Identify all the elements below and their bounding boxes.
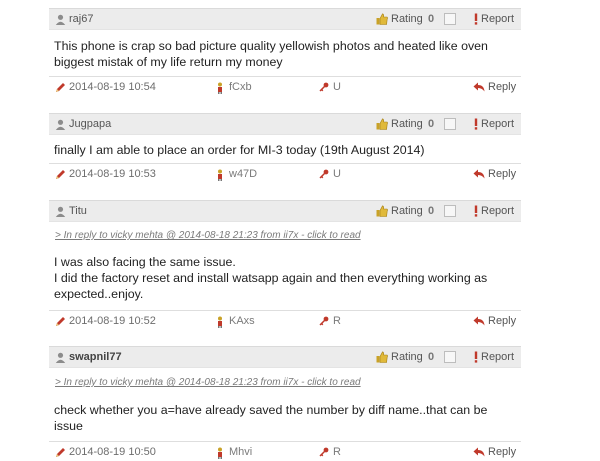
user-icon — [55, 352, 66, 363]
report-link[interactable]: Report — [481, 205, 514, 218]
user-id: Mhvi — [229, 446, 253, 458]
comment-meta: 2014-08-19 10:52 KAxs R Reply — [49, 310, 521, 330]
comment-meta: 2014-08-19 10:53 w47D U Reply — [49, 163, 521, 183]
user-flag: U — [333, 168, 341, 180]
comment-line: expected..enjoy. — [54, 287, 144, 301]
comment: swapnil77 Rating 0 Report > In reply to … — [49, 346, 521, 459]
comment-line: I did the factory reset and install wats… — [54, 271, 488, 285]
rating-checkbox[interactable] — [444, 118, 456, 130]
comment-header: Titu Rating 0 Report — [49, 200, 521, 222]
rating-label: Rating — [391, 351, 423, 363]
reply-arrow-icon[interactable] — [473, 447, 485, 457]
user-flag: R — [333, 315, 341, 327]
rating-label: Rating — [391, 205, 423, 217]
pen-icon — [56, 317, 65, 326]
key-icon — [319, 447, 329, 457]
rating-value: 0 — [428, 351, 435, 363]
comment-line: biggest mistak of my life return my mone… — [54, 55, 283, 69]
reply-arrow-icon[interactable] — [473, 316, 485, 326]
rating-checkbox[interactable] — [444, 205, 456, 217]
user-flag: R — [333, 446, 341, 458]
user-id: fCxb — [229, 81, 252, 93]
comment-meta: 2014-08-19 10:50 Mhvi R Reply — [49, 441, 521, 461]
comment-body: finally I am able to place an order for … — [54, 142, 516, 158]
username[interactable]: raj67 — [69, 13, 93, 26]
report-link[interactable]: Report — [481, 13, 514, 26]
in-reply-link[interactable]: > In reply to vicky mehta @ 2014-08-18 2… — [55, 377, 361, 389]
comment-line: issue — [54, 419, 83, 433]
pen-icon — [56, 83, 65, 92]
reply-link[interactable]: Reply — [488, 446, 516, 459]
rating-checkbox[interactable] — [444, 351, 456, 363]
comment-date: 2014-08-19 10:52 — [69, 315, 156, 327]
comment: Jugpapa Rating 0 Report finally I am abl… — [49, 113, 521, 183]
user-id: KAxs — [229, 315, 255, 327]
exclamation-icon — [474, 118, 478, 130]
pen-icon — [56, 170, 65, 179]
exclamation-icon — [474, 205, 478, 217]
comment-header: raj67 Rating 0 Report — [49, 8, 521, 30]
rating-value: 0 — [428, 205, 435, 217]
comment-header: swapnil77 Rating 0 Report — [49, 346, 521, 368]
in-reply-link[interactable]: > In reply to vicky mehta @ 2014-08-18 2… — [55, 230, 361, 242]
comment-line: finally I am able to place an order for … — [54, 143, 425, 157]
exclamation-icon — [474, 351, 478, 363]
comment-header: Jugpapa Rating 0 Report — [49, 113, 521, 135]
user-icon — [55, 14, 66, 25]
user-icon — [55, 206, 66, 217]
comment-date: 2014-08-19 10:54 — [69, 81, 156, 93]
person-icon — [218, 82, 222, 94]
rating-checkbox[interactable] — [444, 13, 456, 25]
comment-body: This phone is crap so bad picture qualit… — [54, 38, 516, 70]
user-icon — [55, 119, 66, 130]
pen-icon — [56, 448, 65, 457]
comment: raj67 Rating 0 Report This phone is crap… — [49, 8, 521, 98]
comment-date: 2014-08-19 10:53 — [69, 168, 156, 180]
reply-link[interactable]: Reply — [488, 168, 516, 181]
comment-meta: 2014-08-19 10:54 fCxb U Reply — [49, 76, 521, 96]
key-icon — [319, 169, 329, 179]
user-flag: U — [333, 81, 341, 93]
rating-value: 0 — [428, 13, 435, 25]
comment-line: check whether you a=have already saved t… — [54, 403, 488, 417]
username[interactable]: Titu — [69, 205, 87, 218]
rating-label: Rating — [391, 13, 423, 25]
key-icon — [319, 316, 329, 326]
person-icon — [218, 169, 222, 181]
comment-date: 2014-08-19 10:50 — [69, 446, 156, 458]
reply-arrow-icon[interactable] — [473, 169, 485, 179]
comment-line: I was also facing the same issue. — [54, 255, 236, 269]
exclamation-icon — [474, 13, 478, 25]
person-icon — [218, 316, 222, 328]
reply-link[interactable]: Reply — [488, 81, 516, 94]
report-link[interactable]: Report — [481, 118, 514, 131]
comment-body: I was also facing the same issue. I did … — [54, 254, 516, 302]
thumbs-up-icon[interactable] — [376, 13, 388, 25]
thumbs-up-icon[interactable] — [376, 118, 388, 130]
thumbs-up-icon[interactable] — [376, 205, 388, 217]
username[interactable]: swapnil77 — [69, 351, 122, 364]
thumbs-up-icon[interactable] — [376, 351, 388, 363]
report-link[interactable]: Report — [481, 351, 514, 364]
rating-label: Rating — [391, 118, 423, 130]
username[interactable]: Jugpapa — [69, 118, 111, 131]
comment-line: This phone is crap so bad picture qualit… — [54, 39, 488, 53]
reply-link[interactable]: Reply — [488, 315, 516, 328]
reply-arrow-icon[interactable] — [473, 82, 485, 92]
key-icon — [319, 82, 329, 92]
rating-value: 0 — [428, 118, 435, 130]
user-id: w47D — [229, 168, 258, 180]
comment-body: check whether you a=have already saved t… — [54, 402, 516, 434]
comment: Titu Rating 0 Report > In reply to vicky… — [49, 200, 521, 332]
person-icon — [218, 447, 222, 459]
